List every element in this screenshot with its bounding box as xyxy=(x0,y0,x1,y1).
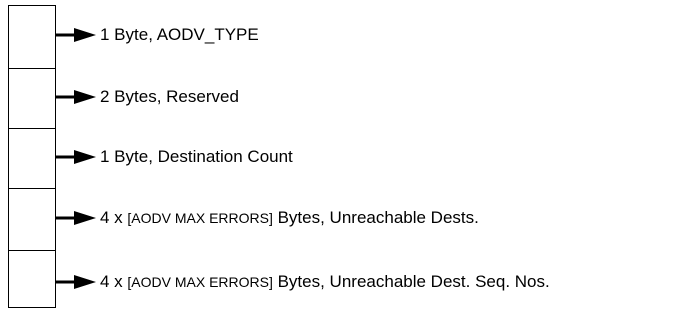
field-label-unreachable-dests: 4 x [AODV MAX ERRORS] Bytes, Unreachable… xyxy=(100,208,479,228)
arrow-aodv-type xyxy=(56,28,96,42)
field-label-reserved: 2 Bytes, Reserved xyxy=(100,87,239,106)
arrow-unreachable-dest-seq-nos xyxy=(56,275,96,289)
label-suffix: Bytes, Unreachable Dest. Seq. Nos. xyxy=(272,272,550,291)
label-prefix: 4 x xyxy=(100,272,128,291)
packet-format-diagram: 1 Byte, AODV_TYPE 2 Bytes, Reserved 1 By… xyxy=(0,0,679,313)
arrow-destination-count xyxy=(56,150,96,164)
label-bracket-constant: [AODV MAX ERRORS] xyxy=(127,274,273,290)
arrow-unreachable-dests xyxy=(56,211,96,225)
field-label-unreachable-dest-seq-nos: 4 x [AODV MAX ERRORS] Bytes, Unreachable… xyxy=(100,272,550,292)
arrow-reserved xyxy=(56,90,96,104)
field-label-destination-count: 1 Byte, Destination Count xyxy=(100,147,293,166)
field-label-aodv-type: 1 Byte, AODV_TYPE xyxy=(100,25,259,44)
label-prefix: 4 x xyxy=(100,208,128,227)
label-bracket-constant: [AODV MAX ERRORS] xyxy=(127,210,273,226)
label-suffix: Bytes, Unreachable Dests. xyxy=(272,208,479,227)
